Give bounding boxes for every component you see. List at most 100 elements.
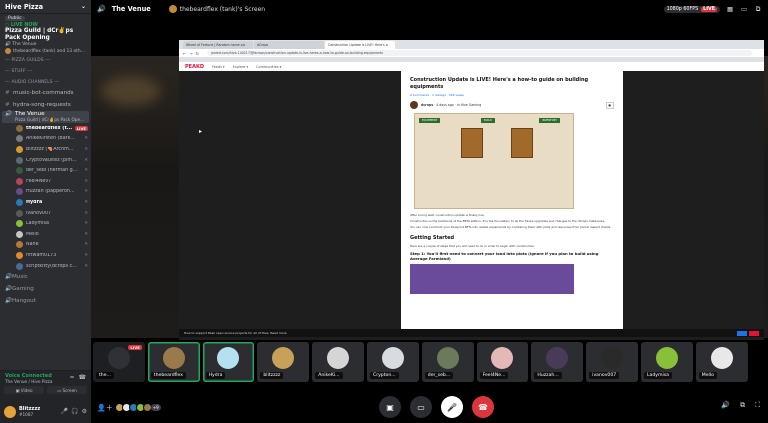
- hash-icon: #: [5, 90, 10, 96]
- voice-channel-activity: Pizza Guild | dCr✌️ps Pack Ope...: [15, 117, 85, 122]
- voice-member[interactable]: thebeardflex (t... LIVE: [0, 123, 91, 134]
- headphones-icon[interactable]: 🎧: [71, 408, 78, 415]
- back-icon[interactable]: ←: [183, 51, 186, 56]
- category-guides[interactable]: --- PIZZA GUILDS ---: [0, 54, 91, 65]
- participant-tile[interactable]: Ladymisa: [640, 342, 693, 382]
- browser-chrome: Wheel of Fortune | Random name pic dCrop…: [179, 40, 764, 62]
- voice-channel-the-venue[interactable]: 🔊 The Venue Pizza Guild | dCr✌️ps Pack Op…: [2, 111, 89, 123]
- leave-call-button[interactable]: ☎: [472, 396, 494, 418]
- chat-icon[interactable]: ▭: [740, 5, 748, 13]
- avatar: [16, 209, 23, 217]
- popout-icon[interactable]: ⧉: [740, 401, 745, 410]
- popout-icon[interactable]: ⧉: [754, 5, 762, 14]
- mic-muted-icon: ✕: [84, 157, 88, 163]
- nav-explore[interactable]: Explore ▾: [233, 65, 249, 69]
- server-header[interactable]: Hive Pizza ⌄: [0, 0, 91, 14]
- address-bar[interactable]: peakd.com/hive-140217/@dcrops/constructi…: [207, 50, 752, 56]
- call-controls: 👤＋ +9 ▣ ▭ 🎤 ☎ 🔊 ⧉ ⛶: [91, 392, 768, 423]
- mic-button[interactable]: 🎤: [441, 396, 463, 418]
- participant-tile[interactable]: Mello: [695, 342, 748, 382]
- voice-member[interactable]: Feel4Nev7 ✕: [0, 176, 91, 187]
- category-audio[interactable]: --- AUDIO CHANNELS ---: [0, 76, 91, 87]
- voice-channel-hangout[interactable]: 🔊 Hangout: [0, 295, 91, 307]
- voice-member[interactable]: Ladymisa ✕: [0, 218, 91, 229]
- screen-share-button[interactable]: ▭ Screen: [47, 386, 87, 394]
- browser-tab[interactable]: Wheel of Fortune | Random name pic: [183, 41, 253, 49]
- voice-member[interactable]: nftwam0173 ✕: [0, 250, 91, 261]
- participant-tile[interactable]: der_seb...: [421, 342, 474, 382]
- participant-tile[interactable]: ivanov007: [586, 342, 638, 382]
- mouse-cursor-icon: ▸: [199, 128, 203, 135]
- participant-name: Crypton...: [369, 372, 399, 379]
- avatar: [16, 220, 23, 228]
- voice-member[interactable]: der_sebi (herman g... ✕: [0, 165, 91, 176]
- gear-icon[interactable]: ⚙: [82, 408, 87, 415]
- post-meta[interactable]: 9 Comments · 1 reblogs · 266 views: [410, 93, 614, 97]
- voice-member[interactable]: Hydra ✕: [0, 197, 91, 208]
- banner-button[interactable]: [737, 330, 747, 336]
- camera-button[interactable]: ▣: [379, 396, 401, 418]
- hash-icon: #: [5, 102, 10, 108]
- voice-member[interactable]: AnikeKirsten (Bark... ✕: [0, 134, 91, 145]
- category-stuff[interactable]: --- STUFF ---: [0, 65, 91, 76]
- follow-pill[interactable]: ■: [605, 101, 614, 109]
- peakd-logo[interactable]: PEAKD: [185, 64, 204, 70]
- mic-muted-icon: ✕: [84, 221, 88, 227]
- mic-muted-icon[interactable]: 🎤: [61, 408, 68, 415]
- voice-member[interactable]: ivanov007 ✕: [0, 208, 91, 219]
- banner-button[interactable]: [749, 330, 759, 336]
- nav-communities[interactable]: Communities ▾: [256, 65, 281, 69]
- voice-member[interactable]: scriptkitty(dcrops c... ✕: [0, 261, 91, 272]
- voice-channel-gaming[interactable]: 🔊 Gaming: [0, 283, 91, 295]
- mic-muted-icon: ✕: [84, 242, 88, 248]
- avatar: [162, 347, 185, 369]
- add-user-icon[interactable]: 👤＋: [97, 403, 113, 413]
- participant-tile[interactable]: Crypton...: [366, 342, 419, 382]
- avatar[interactable]: [4, 405, 16, 418]
- browser-tab-active[interactable]: Construction Update is LIVE! Here's a: [325, 41, 395, 49]
- share-screen-button[interactable]: ▭: [410, 396, 432, 418]
- participant-tile[interactable]: Huzzah...: [531, 342, 584, 382]
- stream-topbar: 🔊 The Venue thebeardflex (tank)'s Screen…: [91, 0, 768, 18]
- participant-tile[interactable]: thebeardflex: [147, 342, 200, 382]
- voice-member[interactable]: CryptoVaultez (plm... ✕: [0, 155, 91, 166]
- volume-icon[interactable]: 🔊: [721, 401, 730, 410]
- channel-title: The Venue: [111, 5, 151, 13]
- shared-browser-window: Wheel of Fortune | Random name pic dCrop…: [179, 40, 764, 340]
- disconnect-icon[interactable]: ☎: [79, 374, 86, 381]
- stream-viewers[interactable]: 👤＋ +9: [97, 403, 161, 413]
- live-badge: LIVE: [128, 345, 142, 350]
- forward-icon[interactable]: →: [189, 51, 192, 56]
- participant-name: Mello: [698, 372, 717, 379]
- fullscreen-icon[interactable]: ⛶: [755, 401, 760, 410]
- voice-location[interactable]: The Venue / Hive Pizza: [0, 379, 57, 384]
- speaker-icon: 🔊: [5, 111, 12, 117]
- browser-tab[interactable]: dCrops: [254, 41, 324, 49]
- voice-member[interactable]: Mello ✕: [0, 229, 91, 240]
- participant-tile[interactable]: blitzzzz: [257, 342, 310, 382]
- avatar[interactable]: [410, 101, 418, 109]
- mic-muted-icon: ✕: [84, 252, 88, 258]
- avatar: [16, 198, 23, 206]
- live-now-card[interactable]: ○ LIVE NOW Pizza Guild | dCr✌️ps Pack Op…: [0, 23, 91, 54]
- noise-suppression-icon[interactable]: ≈: [69, 374, 74, 381]
- user-tag: #1087: [19, 412, 34, 417]
- participant-tile[interactable]: the... LIVE: [93, 342, 145, 382]
- channel-hydra-song-requests[interactable]: # hydra-song-requests: [0, 99, 91, 111]
- post-paragraph: Here are a couple of steps that you will…: [410, 243, 536, 248]
- channel-music-bot-commands[interactable]: # music-bot-commands: [0, 87, 91, 99]
- nav-feeds[interactable]: Feeds ▾: [212, 65, 225, 69]
- grid-view-icon[interactable]: ▦: [726, 5, 734, 13]
- video-button[interactable]: ▣ Video: [4, 386, 44, 394]
- voice-member[interactable]: Blitzzzz (🍕Archm... ✕: [0, 144, 91, 155]
- voice-channel-music[interactable]: 🔊 Music: [0, 271, 91, 283]
- participant-tile[interactable]: AnikeKi...: [312, 342, 364, 382]
- participant-tile[interactable]: Hydra: [202, 342, 255, 382]
- member-name: Ladymisa: [26, 221, 49, 227]
- participant-name: blitzzzz: [260, 372, 284, 379]
- user-panel: Blitzzzz #1087 🎤 🎧 ⚙: [0, 400, 91, 423]
- participant-tile[interactable]: Feel4Ne...: [476, 342, 529, 382]
- voice-member[interactable]: Huzzah (papperon... ✕: [0, 187, 91, 198]
- reload-icon[interactable]: ↻: [196, 51, 199, 56]
- voice-member[interactable]: Nane ✕: [0, 240, 91, 251]
